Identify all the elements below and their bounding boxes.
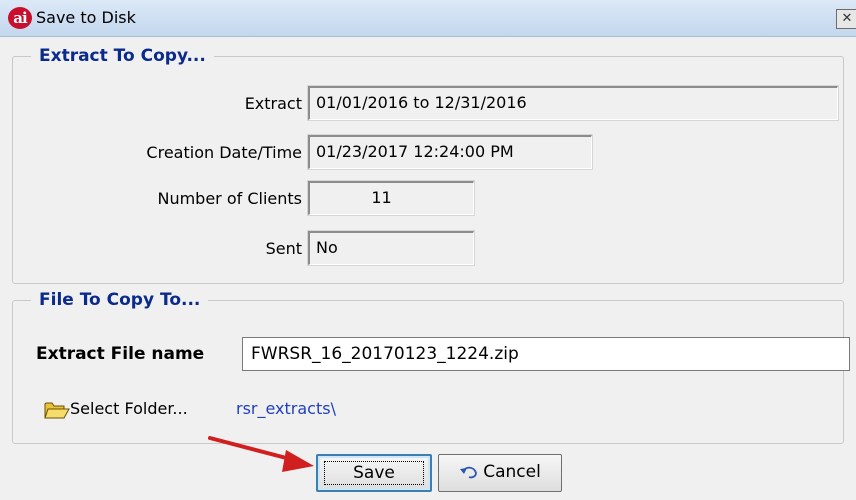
app-logo-icon: ai: [8, 7, 32, 29]
red-arrow-pointer: [208, 436, 314, 472]
cancel-button[interactable]: Cancel: [438, 454, 562, 492]
file-group-legend: File To Copy To...: [39, 290, 201, 310]
creation-datetime-field: 01/23/2017 12:24:00 PM: [307, 134, 593, 170]
number-of-clients-label: Number of Clients: [157, 189, 302, 208]
extract-group-legend: Extract To Copy...: [39, 46, 206, 66]
window-title: Save to Disk: [36, 8, 136, 27]
save-button-focus-rect: [324, 461, 424, 485]
folder-path-text: rsr_extracts\: [236, 399, 336, 418]
cancel-button-label: Cancel: [483, 462, 541, 482]
open-folder-icon[interactable]: [44, 400, 70, 420]
undo-arrow-icon: [460, 466, 478, 479]
close-button[interactable]: ✕: [836, 9, 856, 29]
extract-file-name-label: Extract File name: [36, 344, 205, 364]
title-bar[interactable]: ai Save to Disk ✕: [0, 0, 856, 37]
sent-label: Sent: [265, 239, 302, 258]
select-folder-link[interactable]: Select Folder...: [70, 398, 188, 420]
extract-file-name-input[interactable]: [242, 337, 850, 371]
extract-range-field: 01/01/2016 to 12/31/2016: [307, 85, 839, 121]
save-to-disk-dialog: ai Save to Disk ✕ Extract To Copy... Ext…: [0, 0, 856, 500]
extract-label: Extract: [244, 94, 302, 113]
creation-datetime-label: Creation Date/Time: [146, 143, 302, 162]
sent-field: No: [307, 230, 475, 266]
number-of-clients-field: 11: [307, 180, 475, 216]
save-button[interactable]: Save: [316, 454, 432, 492]
